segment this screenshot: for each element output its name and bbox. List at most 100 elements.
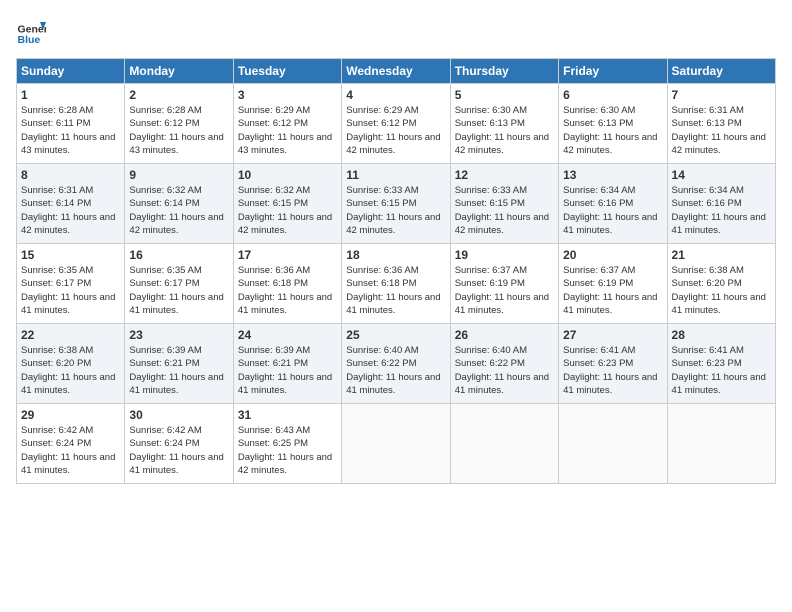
calendar-cell: 28 Sunrise: 6:41 AMSunset: 6:23 PMDayligh… [667,324,775,404]
day-info: Sunrise: 6:39 AMSunset: 6:21 PMDaylight:… [129,344,228,397]
day-info: Sunrise: 6:30 AMSunset: 6:13 PMDaylight:… [455,104,554,157]
day-info: Sunrise: 6:33 AMSunset: 6:15 PMDaylight:… [455,184,554,237]
day-info: Sunrise: 6:41 AMSunset: 6:23 PMDaylight:… [672,344,771,397]
day-info: Sunrise: 6:29 AMSunset: 6:12 PMDaylight:… [346,104,445,157]
calendar-cell: 24 Sunrise: 6:39 AMSunset: 6:21 PMDayligh… [233,324,341,404]
day-info: Sunrise: 6:33 AMSunset: 6:15 PMDaylight:… [346,184,445,237]
day-info: Sunrise: 6:40 AMSunset: 6:22 PMDaylight:… [346,344,445,397]
calendar-cell: 31Sunrise: 6:43 AMSunset: 6:25 PMDayligh… [233,404,341,484]
day-number: 13 [563,168,662,182]
calendar-cell: 21 Sunrise: 6:38 AMSunset: 6:20 PMDayligh… [667,244,775,324]
day-number: 30 [129,408,228,422]
calendar-cell [559,404,667,484]
day-info: Sunrise: 6:36 AMSunset: 6:18 PMDaylight:… [346,264,445,317]
calendar-cell: 12Sunrise: 6:33 AMSunset: 6:15 PMDayligh… [450,164,558,244]
day-info: Sunrise: 6:36 AMSunset: 6:18 PMDaylight:… [238,264,337,317]
calendar-cell: 30Sunrise: 6:42 AMSunset: 6:24 PMDayligh… [125,404,233,484]
day-number: 3 [238,88,337,102]
day-info: Sunrise: 6:29 AMSunset: 6:12 PMDaylight:… [238,104,337,157]
calendar-week-5: 29Sunrise: 6:42 AMSunset: 6:24 PMDayligh… [17,404,776,484]
day-number: 7 [672,88,771,102]
day-number: 27 [563,328,662,342]
day-info: Sunrise: 6:43 AMSunset: 6:25 PMDaylight:… [238,424,337,477]
calendar-week-4: 22 Sunrise: 6:38 AMSunset: 6:20 PMDayligh… [17,324,776,404]
calendar-cell: 22 Sunrise: 6:38 AMSunset: 6:20 PMDayligh… [17,324,125,404]
calendar-cell: 6 Sunrise: 6:30 AMSunset: 6:13 PMDaylight… [559,84,667,164]
calendar-cell: 5 Sunrise: 6:30 AMSunset: 6:13 PMDaylight… [450,84,558,164]
day-info: Sunrise: 6:35 AMSunset: 6:17 PMDaylight:… [129,264,228,317]
calendar-cell: 23 Sunrise: 6:39 AMSunset: 6:21 PMDayligh… [125,324,233,404]
calendar-cell: 20 Sunrise: 6:37 AMSunset: 6:19 PMDayligh… [559,244,667,324]
day-info: Sunrise: 6:39 AMSunset: 6:21 PMDaylight:… [238,344,337,397]
calendar-cell: 14 Sunrise: 6:34 AMSunset: 6:16 PMDayligh… [667,164,775,244]
day-number: 22 [21,328,120,342]
day-info: Sunrise: 6:31 AMSunset: 6:14 PMDaylight:… [21,184,120,237]
day-info: Sunrise: 6:28 AMSunset: 6:12 PMDaylight:… [129,104,228,157]
calendar-cell: 26 Sunrise: 6:40 AMSunset: 6:22 PMDayligh… [450,324,558,404]
day-header-tuesday: Tuesday [233,59,341,84]
calendar-cell: 10 Sunrise: 6:32 AMSunset: 6:15 PMDayligh… [233,164,341,244]
logo-icon: General Blue [16,16,46,46]
day-number: 18 [346,248,445,262]
calendar-cell [342,404,450,484]
day-number: 17 [238,248,337,262]
calendar-cell: 7 Sunrise: 6:31 AMSunset: 6:13 PMDaylight… [667,84,775,164]
day-number: 6 [563,88,662,102]
calendar-cell: 16 Sunrise: 6:35 AMSunset: 6:17 PMDayligh… [125,244,233,324]
day-header-saturday: Saturday [667,59,775,84]
day-number: 28 [672,328,771,342]
calendar-cell: 8 Sunrise: 6:31 AMSunset: 6:14 PMDaylight… [17,164,125,244]
day-info: Sunrise: 6:41 AMSunset: 6:23 PMDaylight:… [563,344,662,397]
day-number: 23 [129,328,228,342]
calendar-cell: 25 Sunrise: 6:40 AMSunset: 6:22 PMDayligh… [342,324,450,404]
day-info: Sunrise: 6:40 AMSunset: 6:22 PMDaylight:… [455,344,554,397]
day-number: 11 [346,168,445,182]
day-number: 29 [21,408,120,422]
day-number: 14 [672,168,771,182]
calendar-cell: 13 Sunrise: 6:34 AMSunset: 6:16 PMDayligh… [559,164,667,244]
calendar-cell: 18 Sunrise: 6:36 AMSunset: 6:18 PMDayligh… [342,244,450,324]
calendar-cell: 1Sunrise: 6:28 AMSunset: 6:11 PMDaylight… [17,84,125,164]
day-number: 5 [455,88,554,102]
calendar-cell: 17 Sunrise: 6:36 AMSunset: 6:18 PMDayligh… [233,244,341,324]
day-info: Sunrise: 6:34 AMSunset: 6:16 PMDaylight:… [563,184,662,237]
day-header-wednesday: Wednesday [342,59,450,84]
calendar-cell: 29Sunrise: 6:42 AMSunset: 6:24 PMDayligh… [17,404,125,484]
calendar-cell: 3 Sunrise: 6:29 AMSunset: 6:12 PMDaylight… [233,84,341,164]
day-info: Sunrise: 6:35 AMSunset: 6:17 PMDaylight:… [21,264,120,317]
day-info: Sunrise: 6:32 AMSunset: 6:14 PMDaylight:… [129,184,228,237]
svg-text:Blue: Blue [18,34,41,46]
day-info: Sunrise: 6:34 AMSunset: 6:16 PMDaylight:… [672,184,771,237]
day-number: 15 [21,248,120,262]
day-number: 21 [672,248,771,262]
calendar-body: 1Sunrise: 6:28 AMSunset: 6:11 PMDaylight… [17,84,776,484]
day-number: 10 [238,168,337,182]
day-info: Sunrise: 6:32 AMSunset: 6:15 PMDaylight:… [238,184,337,237]
day-info: Sunrise: 6:30 AMSunset: 6:13 PMDaylight:… [563,104,662,157]
day-info: Sunrise: 6:38 AMSunset: 6:20 PMDaylight:… [672,264,771,317]
day-number: 8 [21,168,120,182]
day-info: Sunrise: 6:38 AMSunset: 6:20 PMDaylight:… [21,344,120,397]
day-info: Sunrise: 6:31 AMSunset: 6:13 PMDaylight:… [672,104,771,157]
calendar-cell: 15 Sunrise: 6:35 AMSunset: 6:17 PMDayligh… [17,244,125,324]
day-number: 9 [129,168,228,182]
day-info: Sunrise: 6:37 AMSunset: 6:19 PMDaylight:… [563,264,662,317]
day-info: Sunrise: 6:28 AMSunset: 6:11 PMDaylight:… [21,104,120,157]
day-header-monday: Monday [125,59,233,84]
calendar-cell: 9 Sunrise: 6:32 AMSunset: 6:14 PMDaylight… [125,164,233,244]
day-header-friday: Friday [559,59,667,84]
day-number: 16 [129,248,228,262]
day-number: 4 [346,88,445,102]
logo: General Blue [16,16,46,46]
calendar-cell: 4 Sunrise: 6:29 AMSunset: 6:12 PMDaylight… [342,84,450,164]
day-number: 19 [455,248,554,262]
day-header-sunday: Sunday [17,59,125,84]
day-number: 20 [563,248,662,262]
calendar-week-1: 1Sunrise: 6:28 AMSunset: 6:11 PMDaylight… [17,84,776,164]
calendar-cell: 27 Sunrise: 6:41 AMSunset: 6:23 PMDayligh… [559,324,667,404]
day-number: 24 [238,328,337,342]
day-number: 26 [455,328,554,342]
calendar-cell: 19Sunrise: 6:37 AMSunset: 6:19 PMDayligh… [450,244,558,324]
calendar-cell: 11 Sunrise: 6:33 AMSunset: 6:15 PMDayligh… [342,164,450,244]
day-number: 25 [346,328,445,342]
